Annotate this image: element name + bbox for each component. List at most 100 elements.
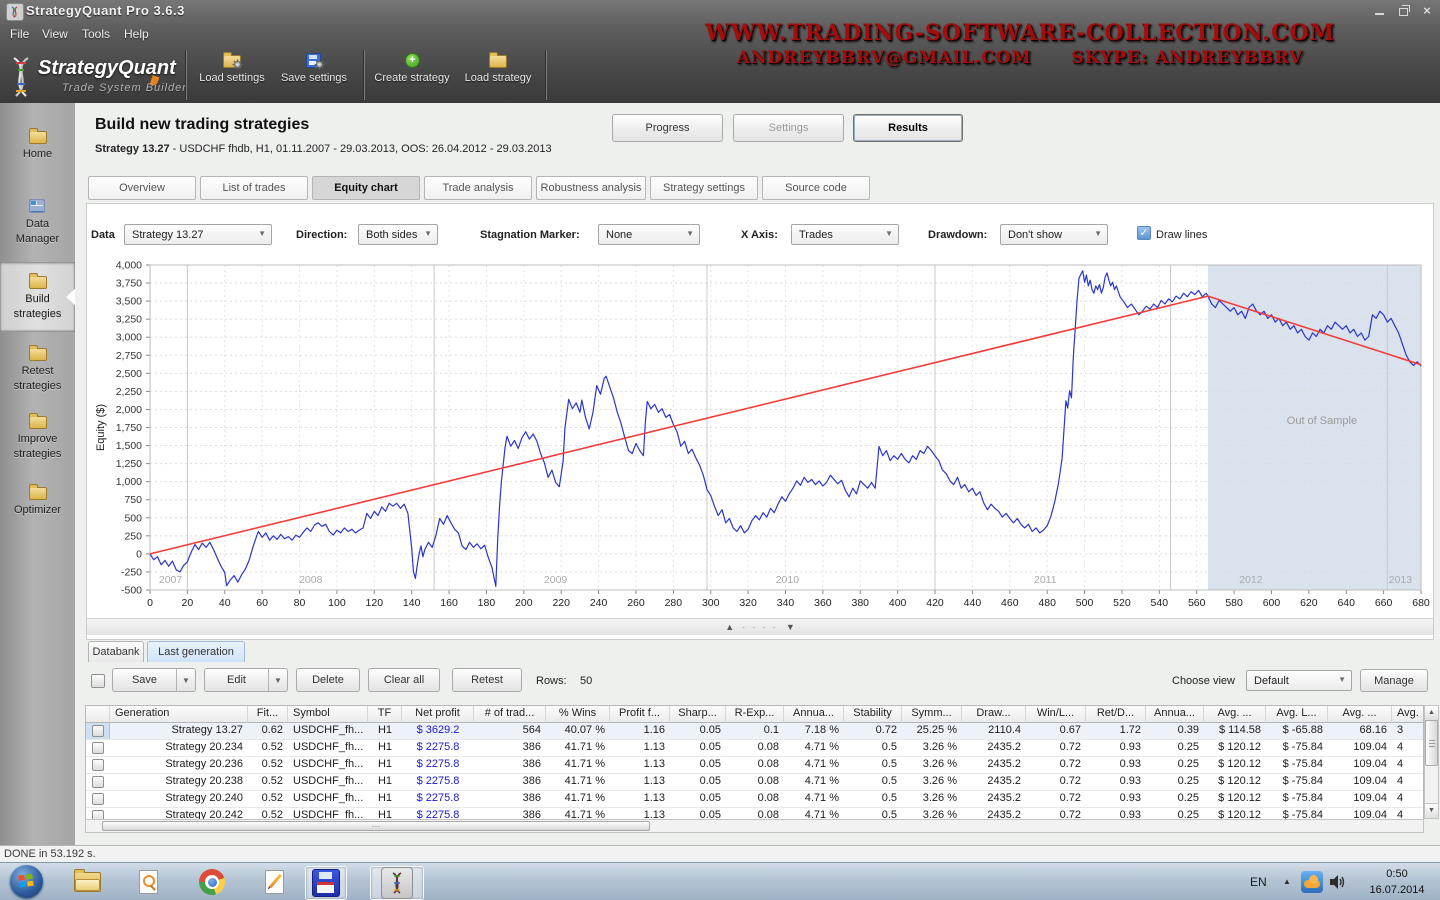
column-header[interactable]: Symbol [288,706,368,723]
table-row[interactable]: Strategy 13.270.62USDCHF_fh...H1$ 3629.2… [86,723,1423,740]
column-header[interactable]: Avg. ... [1204,706,1266,723]
menu-file[interactable]: File [10,27,29,41]
column-header[interactable]: # of trad... [474,706,546,723]
retest-button[interactable]: Retest [452,668,522,692]
restore-button[interactable] [1396,4,1410,17]
row-checkbox[interactable] [92,793,104,805]
menu-view[interactable]: View [42,27,68,41]
sidebar-item-build-strategies[interactable]: Build strategies [0,262,75,332]
edit-menu-arrow[interactable]: ▼ [268,669,287,691]
table-row[interactable]: Strategy 20.2400.52USDCHF_fh...H1$ 2275.… [86,791,1423,808]
create-strategy-button[interactable]: + Create strategy [369,52,455,100]
column-header[interactable]: % Wins [546,706,610,723]
table-vertical-scrollbar[interactable]: ▲ ▼ [1424,705,1439,819]
taskbar-save-app-button[interactable] [305,866,347,900]
drawdown-select[interactable]: Don't show ▼ [1000,224,1108,245]
sidebar-item-improve-strategies[interactable]: Improve strategies [0,413,75,473]
save-button[interactable]: Save ▼ [112,668,196,692]
column-header[interactable]: Avg. [1392,706,1424,723]
data-select[interactable]: Strategy 13.27 ▼ [124,224,272,245]
select-all-checkbox[interactable] [91,674,105,688]
column-header[interactable]: Ret/D... [1086,706,1146,723]
tab-equity-chart[interactable]: Equity chart [312,176,420,200]
sidebar-item-data-manager[interactable]: Data Manager [0,198,75,258]
column-header[interactable]: Avg. ... [1328,706,1392,723]
splitter-down-icon[interactable]: ▼ [786,622,795,632]
clear-all-button[interactable]: Clear all [368,668,440,692]
column-header[interactable]: Win/L... [1026,706,1086,723]
title-bar[interactable]: StrategyQuant Pro 3.6.3 × [0,0,1440,22]
chart-splitter[interactable]: ▲ · · · · ▼ [87,618,1433,635]
save-menu-arrow[interactable]: ▼ [176,669,195,691]
table-horizontal-scrollbar[interactable]: ··· [85,819,1424,833]
tab-databank[interactable]: Databank [88,641,144,662]
table-row[interactable]: Strategy 20.2360.52USDCHF_fh...H1$ 2275.… [86,757,1423,774]
column-header[interactable]: Avg. L... [1266,706,1328,723]
column-header[interactable]: Profit f... [610,706,670,723]
manage-button[interactable]: Manage [1360,669,1428,692]
clock[interactable]: 0:50 16.07.2014 [1358,866,1436,898]
tab-last-generation[interactable]: Last generation [147,641,245,662]
column-header[interactable] [86,706,110,723]
column-header[interactable]: Symm... [902,706,962,723]
column-header[interactable]: Stability [844,706,902,723]
save-settings-button[interactable]: Save settings [271,52,357,100]
delete-button[interactable]: Delete [296,668,360,692]
column-header[interactable]: Net profit [402,706,474,723]
tab-robustness-analysis[interactable]: Robustness analysis [536,176,646,200]
table-row[interactable]: Strategy 20.2380.52USDCHF_fh...H1$ 2275.… [86,774,1423,791]
column-header[interactable]: Annua... [1146,706,1204,723]
column-header[interactable]: Sharp... [670,706,726,723]
language-indicator[interactable]: EN [1250,875,1267,889]
taskbar-chrome-button[interactable] [197,868,227,896]
tab-trade-analysis[interactable]: Trade analysis [424,176,532,200]
progress-button[interactable]: Progress [612,114,723,142]
table-row[interactable]: Strategy 20.2420.52USDCHF_fh...H1$ 2275.… [86,808,1423,819]
tab-source-code[interactable]: Source code [762,176,870,200]
table-row[interactable]: Strategy 20.2340.52USDCHF_fh...H1$ 2275.… [86,740,1423,757]
vertical-scroll-handle[interactable] [1425,720,1438,766]
column-header[interactable]: R-Exp... [726,706,784,723]
taskbar-search-button[interactable] [133,868,163,896]
row-checkbox[interactable] [92,759,104,771]
edit-button[interactable]: Edit ▼ [204,668,288,692]
menu-help[interactable]: Help [124,27,149,41]
menu-tools[interactable]: Tools [82,27,110,41]
settings-button[interactable]: Settings [733,114,844,142]
stagnation-marker-select[interactable]: None ▼ [598,224,700,245]
minimize-button[interactable] [1372,4,1386,17]
column-header[interactable]: Fit... [248,706,288,723]
results-button[interactable]: Results [853,114,963,142]
row-checkbox[interactable] [92,742,104,754]
taskbar-strategyquant-button[interactable] [370,866,424,900]
draw-lines-checkbox[interactable]: ✓ [1137,226,1151,240]
sidebar-item-optimizer[interactable]: Optimizer [0,484,75,532]
sidebar-item-home[interactable]: Home [0,128,75,176]
tab-strategy-settings[interactable]: Strategy settings [650,176,758,200]
column-header[interactable]: Draw... [962,706,1026,723]
row-checkbox[interactable] [92,810,104,819]
row-checkbox[interactable] [92,776,104,788]
x-axis-select[interactable]: Trades ▼ [791,224,899,245]
tray-expand-icon[interactable]: ▲ [1283,877,1291,886]
column-header[interactable]: Generation [110,706,248,723]
close-button[interactable]: × [1420,4,1434,17]
tab-overview[interactable]: Overview [88,176,196,200]
scroll-down-icon[interactable]: ▼ [1425,803,1438,818]
start-button[interactable] [10,865,43,898]
weather-cloud-icon[interactable] [1301,871,1323,893]
choose-view-select[interactable]: Default ▼ [1246,670,1352,691]
row-checkbox[interactable] [92,725,104,737]
taskbar-explorer-button[interactable] [72,868,102,896]
splitter-up-icon[interactable]: ▲ [725,622,734,632]
taskbar-notepad-button[interactable] [259,868,289,896]
scroll-up-icon[interactable]: ▲ [1425,706,1438,721]
direction-select[interactable]: Both sides ▼ [358,224,438,245]
tab-list-of-trades[interactable]: List of trades [200,176,308,200]
column-header[interactable]: TF [368,706,402,723]
column-header[interactable]: Annua... [784,706,844,723]
horizontal-scroll-handle[interactable]: ··· [102,821,650,831]
speaker-icon[interactable] [1328,873,1346,891]
load-strategy-button[interactable]: Load strategy [455,52,541,100]
load-settings-button[interactable]: Load settings [189,52,275,100]
